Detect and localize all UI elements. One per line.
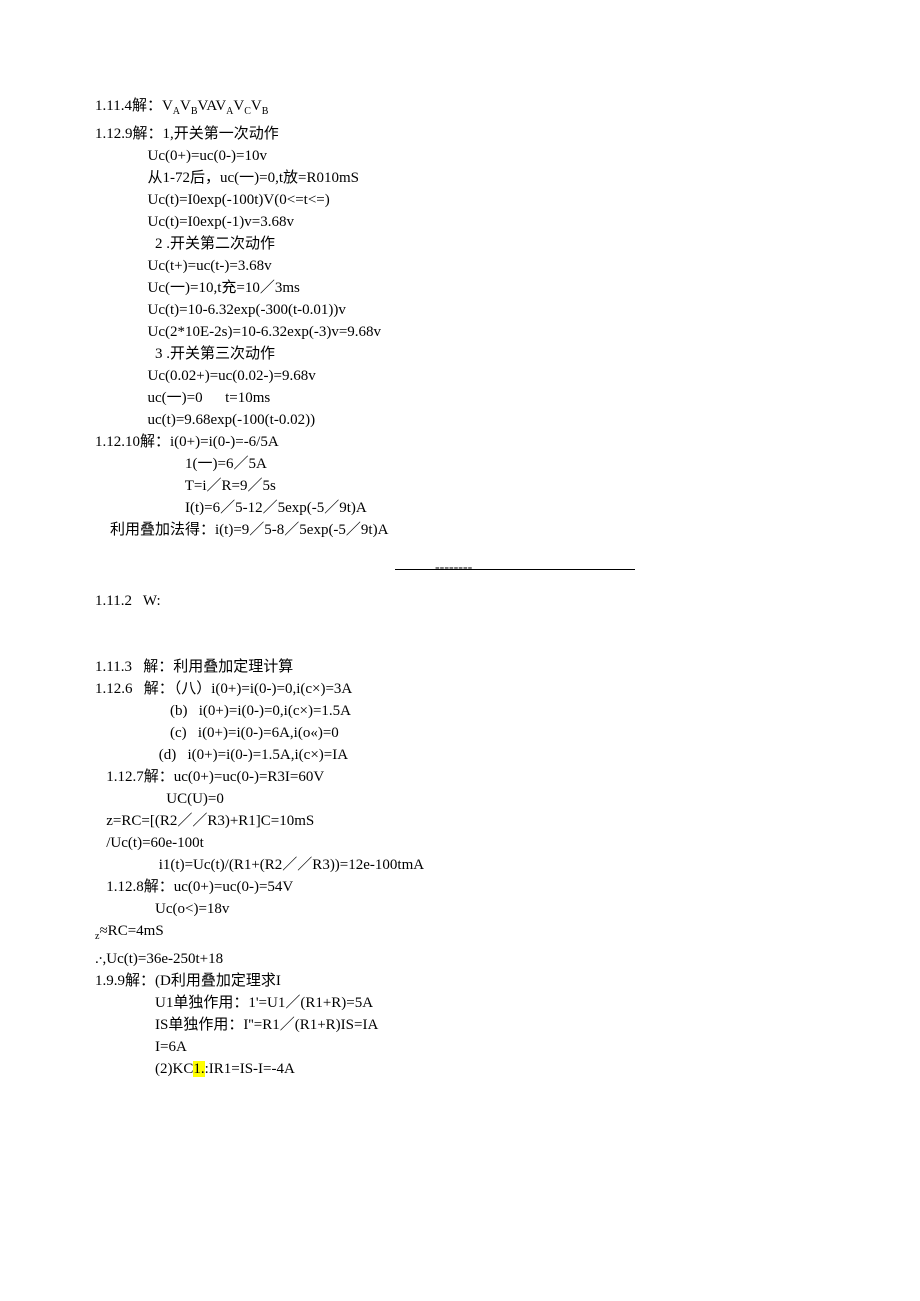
line-it: I(t)=6／5-12／5exp(-5／9t)A: [95, 497, 830, 519]
divider-dashes: --------: [435, 557, 472, 579]
line-switch2: 2 .开关第二次动作: [95, 233, 830, 255]
line-1-12-6d: (d) i(0+)=i(0-)=1.5A,i(c×)=IA: [95, 744, 830, 766]
line-uc2e: Uc(2*10E-2s)=10-6.32exp(-3)v=9.68v: [95, 321, 830, 343]
line-tchong: Uc(一)=10,t充=10／3ms: [95, 277, 830, 299]
line-1-11-2: 1.11.2 W:: [95, 590, 830, 612]
highlighted-text: 1.: [193, 1061, 204, 1077]
line-tfang: 从1-72后，uc(一)=0,t放=R010mS: [95, 167, 830, 189]
line-switch3: 3 .开关第三次动作: [95, 343, 830, 365]
line-uct1: Uc(t)=I0exp(-100t)V(0<=t<=): [95, 189, 830, 211]
spacer: [95, 612, 830, 656]
line-zrc4: z≈RC=4mS: [95, 920, 830, 948]
line-uc-inf: uc(一)=0 t=10ms: [95, 387, 830, 409]
line-1-12-10: 1.12.10解：i(0+)=i(0-)=-6/5A: [95, 431, 830, 453]
line-u1: U1单独作用：1'=U1／(R1+R)=5A: [95, 992, 830, 1014]
line-1-12-9-title: 1.12.9解：1,开关第一次动作: [95, 123, 830, 145]
line-superpos: 利用叠加法得：i(t)=9／5-8／5exp(-5／9t)A: [95, 519, 830, 541]
line-1-9-9: 1.9.9解：(D利用叠加定理求I: [95, 970, 830, 992]
line-uc002: Uc(0.02+)=uc(0.02-)=9.68v: [95, 365, 830, 387]
line-uc0: Uc(0+)=uc(0-)=10v: [95, 145, 830, 167]
line-uct4: Uc(t)=10-6.32exp(-300(t-0.01))v: [95, 299, 830, 321]
section-divider: --------: [395, 569, 635, 570]
line-1-12-6b: (b) i(0+)=i(0-)=0,i(c×)=1.5A: [95, 700, 830, 722]
line-ucu: UC(U)=0: [95, 788, 830, 810]
line-1inf: 1(一)=6／5A: [95, 453, 830, 475]
line-1-11-3: 1.11.3 解：利用叠加定理计算: [95, 656, 830, 678]
line-uct2: Uc(t)=I0exp(-1)v=3.68v: [95, 211, 830, 233]
line-zrc: z=RC=[(R2／／R3)+R1]C=10mS: [95, 810, 830, 832]
line-tir: T=i／R=9／5s: [95, 475, 830, 497]
line-i6a: I=6A: [95, 1036, 830, 1058]
line-1-12-7: 1.12.7解：uc(0+)=uc(0-)=R3I=60V: [95, 766, 830, 788]
line-1-12-6: 1.12.6 解：（八）i(0+)=i(0-)=0,i(c×)=3A: [95, 678, 830, 700]
line-uct3: Uc(t+)=uc(t-)=3.68v: [95, 255, 830, 277]
line-uct60: /Uc(t)=60e-100t: [95, 832, 830, 854]
line-uc18: Uc(o<)=18v: [95, 898, 830, 920]
line-1-12-6c: (c) i(0+)=i(0-)=6A,i(o«)=0: [95, 722, 830, 744]
line-is: IS单独作用：I''=R1／(R1+R)IS=IA: [95, 1014, 830, 1036]
line-i1t: i1(t)=Uc(t)/(R1+(R2／／R3))=12e-100tmA: [95, 854, 830, 876]
line-uct5: uc(t)=9.68exp(-100(t-0.02)): [95, 409, 830, 431]
line-kc1: (2)KC1.:IR1=IS-I=-4A: [95, 1058, 830, 1080]
document-page: 1.11.4解：VAVBVAVAVCVB 1.12.9解：1,开关第一次动作 U…: [0, 0, 920, 1160]
line-1-12-8: 1.12.8解：uc(0+)=uc(0-)=54V: [95, 876, 830, 898]
line-uct36: .∙,Uc(t)=36e-250t+18: [95, 948, 830, 970]
line-1-11-4: 1.11.4解：VAVBVAVAVCVB: [95, 95, 830, 123]
